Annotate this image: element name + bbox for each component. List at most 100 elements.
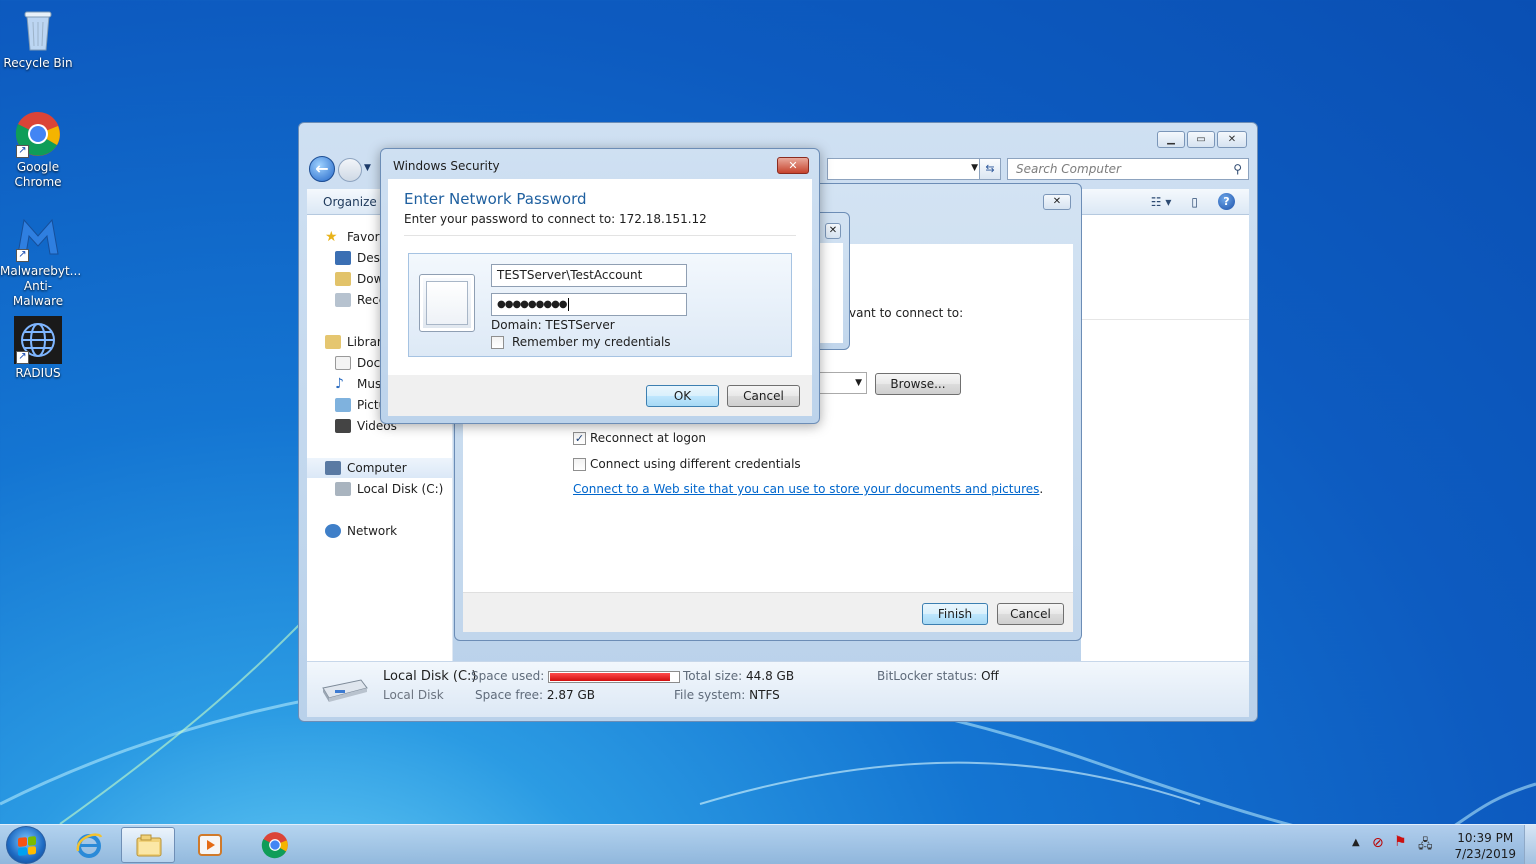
taskbar-windows-explorer[interactable]: [121, 827, 175, 863]
ok-button[interactable]: OK: [646, 385, 719, 407]
network-icon: [325, 524, 341, 538]
address-bar[interactable]: ▼: [827, 158, 983, 180]
clock-date: 7/23/2019: [1454, 847, 1516, 861]
web-storage-link[interactable]: Connect to a Web site that you can use t…: [573, 482, 1039, 496]
desktop-icon-google-chrome[interactable]: ↗ Google Chrome: [0, 110, 76, 190]
total-size-value: 44.8 GB: [745, 669, 795, 683]
finish-button[interactable]: Finish: [922, 603, 988, 625]
remember-credentials-label: Remember my credentials: [512, 335, 671, 349]
bitlocker-status: BitLocker status: Off: [877, 669, 999, 683]
desktop-icon-label: Malwarebyt... Anti-Malware: [0, 264, 82, 308]
different-credentials-row[interactable]: Connect using different credentials: [573, 457, 801, 471]
background-dialog-close-button[interactable]: ✕: [825, 223, 841, 239]
change-view-icon[interactable]: ☷ ▾: [1151, 195, 1172, 209]
reconnect-checkbox-row[interactable]: ✓ Reconnect at logon: [573, 431, 706, 445]
bitlocker-value: Off: [981, 669, 999, 683]
address-dropdown-icon[interactable]: ▼: [971, 163, 978, 173]
wizard-close-button[interactable]: ✕: [1043, 194, 1071, 210]
organize-label: Organize: [323, 195, 377, 209]
dialog-body: Enter Network Password Enter your passwo…: [388, 179, 812, 375]
desktop-icon-recycle-bin[interactable]: Recycle Bin: [0, 6, 76, 71]
different-credentials-checkbox[interactable]: [573, 457, 586, 471]
documents-icon: [335, 356, 351, 370]
background-dialog-body: [818, 243, 843, 343]
desktop-icon-malwarebytes[interactable]: ↗ Malwarebyt... Anti-Malware: [0, 214, 81, 309]
sidebar-item-local-disk[interactable]: Local Disk (C:): [335, 479, 443, 499]
remember-credentials-row[interactable]: Remember my credentials: [491, 335, 671, 349]
sidebar-item-computer[interactable]: Computer: [307, 458, 452, 478]
dialog-close-button[interactable]: ✕: [777, 157, 809, 174]
taskbar-internet-explorer[interactable]: [62, 827, 116, 863]
network-tray-icon[interactable]: 🖧: [1418, 835, 1433, 857]
clock[interactable]: 10:39 PM 7/23/2019: [1454, 830, 1516, 862]
link-suffix: .: [1039, 482, 1044, 496]
file-system: File system: NTFS: [674, 688, 780, 702]
text-caret: [567, 297, 569, 311]
dialog-title: Windows Security: [393, 159, 500, 173]
folder-icon: [135, 832, 163, 860]
close-button[interactable]: ✕: [1217, 131, 1247, 148]
content-divider: [1081, 319, 1249, 320]
clock-time: 10:39 PM: [1457, 831, 1514, 845]
shortcut-arrow-icon: ↗: [16, 249, 29, 262]
remember-credentials-checkbox[interactable]: [491, 335, 504, 349]
total-size: Total size: 44.8 GB: [683, 669, 794, 683]
refresh-button[interactable]: ⇆: [979, 158, 1001, 180]
preview-pane-icon[interactable]: ▯: [1191, 195, 1198, 209]
space-used-label: Space used:: [471, 669, 545, 683]
wizard-instruction-text: vant to connect to:: [849, 306, 964, 320]
desktop-icon-radius[interactable]: ↗ RADIUS: [0, 316, 76, 381]
chrome-icon: ↗: [14, 110, 62, 158]
organize-button[interactable]: Organize ▾: [323, 195, 387, 209]
star-icon: ★: [325, 229, 338, 245]
sidebar-item-label: Network: [347, 524, 398, 538]
username-field[interactable]: TESTServer\TestAccount: [491, 264, 687, 287]
downloads-icon: [335, 272, 351, 286]
chrome-icon: [261, 831, 289, 859]
minimize-button[interactable]: ▁: [1157, 131, 1185, 148]
details-pane: Local Disk (C:) Local Disk Space used: S…: [307, 661, 1249, 717]
cancel-button[interactable]: Cancel: [727, 385, 800, 407]
show-desktop-button[interactable]: [1524, 825, 1536, 864]
windows-logo-icon: [18, 836, 36, 856]
sidebar-item-network[interactable]: Network: [325, 521, 397, 541]
shortcut-arrow-icon: ↗: [16, 145, 29, 158]
forward-button[interactable]: [338, 158, 362, 182]
show-hidden-icons-icon[interactable]: ▲: [1352, 837, 1360, 848]
domain-text: Domain: TESTServer: [491, 318, 615, 332]
drive-name: Local Disk (C:): [383, 669, 477, 684]
taskbar-google-chrome[interactable]: [248, 827, 302, 863]
dialog-separator: [404, 235, 796, 236]
wizard-cancel-button[interactable]: Cancel: [997, 603, 1064, 625]
password-field[interactable]: ●●●●●●●●●: [491, 293, 687, 316]
sidebar-item-label: Computer: [347, 461, 407, 475]
user-tile-icon: [419, 274, 475, 332]
search-input[interactable]: Search Computer ⚲: [1007, 158, 1249, 180]
taskbar-media-player[interactable]: [183, 827, 237, 863]
sidebar-item-label: Local Disk (C:): [357, 482, 444, 496]
browse-button[interactable]: Browse...: [875, 373, 961, 395]
reconnect-checkbox[interactable]: ✓: [573, 431, 586, 445]
wizard-footer: Finish Cancel: [463, 592, 1073, 632]
maximize-button[interactable]: ▭: [1187, 131, 1215, 148]
recent-pages-dropdown[interactable]: ▼: [364, 163, 371, 173]
windows-security-dialog: Windows Security ✕ Enter Network Passwor…: [380, 148, 820, 424]
space-used-fill: [550, 672, 671, 681]
background-dialog-edge: ✕: [818, 212, 850, 350]
start-button[interactable]: [6, 826, 46, 864]
desktop-icon-label: Google Chrome: [14, 160, 62, 189]
shortcut-arrow-icon: ↗: [16, 351, 29, 364]
drive-icon: [321, 674, 369, 707]
back-button[interactable]: ←: [309, 156, 335, 182]
space-free-value: 2.87 GB: [546, 688, 595, 702]
drive-type: Local Disk: [383, 688, 444, 702]
volume-muted-icon[interactable]: ⊘: [1372, 835, 1384, 851]
total-size-label: Total size:: [683, 669, 743, 683]
action-center-flag-icon[interactable]: ⚑: [1394, 834, 1407, 850]
password-mask: ●●●●●●●●●: [497, 299, 568, 310]
help-icon[interactable]: ?: [1218, 193, 1235, 210]
libraries-icon: [325, 335, 341, 349]
folder-combobox[interactable]: ▼: [813, 372, 867, 394]
command-bar-right: ☷ ▾ ▯ ?: [1151, 193, 1235, 210]
reconnect-label: Reconnect at logon: [590, 431, 706, 445]
